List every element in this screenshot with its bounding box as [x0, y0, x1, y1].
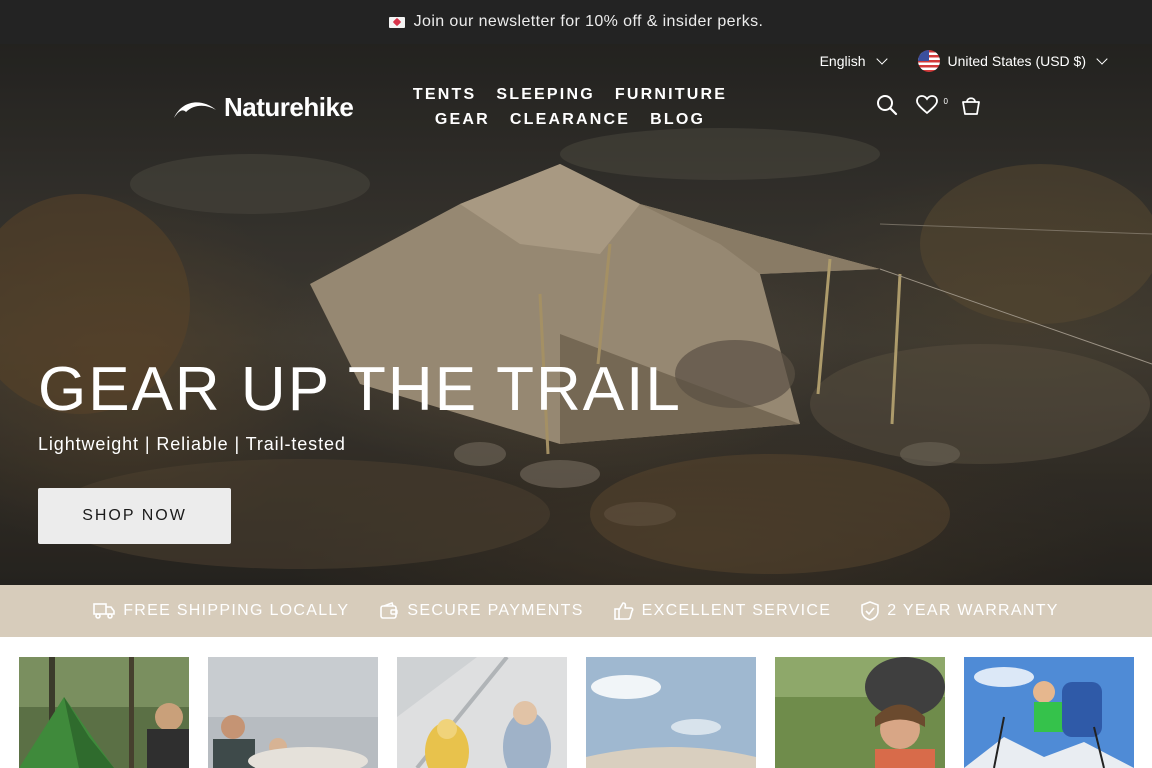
heart-icon — [915, 95, 938, 115]
truck-icon — [93, 603, 116, 619]
category-tile-kids[interactable] — [397, 657, 567, 768]
hero-banner: English United States (USD $) Naturehike… — [0, 44, 1152, 585]
nav-item-clearance[interactable]: CLEARANCE — [510, 109, 630, 130]
hero-title: GEAR UP THE TRAIL — [38, 355, 682, 424]
mountain-arc-icon — [174, 101, 216, 118]
shop-now-button[interactable]: SHOP NOW — [38, 488, 231, 544]
kids-photo — [397, 657, 567, 768]
nav-item-gear[interactable]: GEAR — [435, 109, 490, 130]
category-tile-sleeping[interactable] — [208, 657, 378, 768]
brand-name: Naturehike — [224, 92, 354, 122]
wishlist-count: 0 — [943, 97, 948, 106]
category-tile-camping[interactable] — [775, 657, 945, 768]
announcement-text: Join our newsletter for 10% off & inside… — [413, 13, 764, 30]
nav-item-blog[interactable]: BLOG — [650, 109, 705, 130]
thumbs-up-icon — [613, 602, 634, 620]
nav-item-furniture[interactable]: FURNITURE — [615, 84, 727, 105]
category-tile-tents[interactable] — [19, 657, 189, 768]
search-icon — [876, 95, 897, 116]
feature-warranty: 2 YEAR WARRANTY — [861, 601, 1059, 621]
category-tiles — [19, 657, 1134, 768]
wishlist-button[interactable]: 0 — [915, 95, 948, 115]
chevron-down-icon — [1096, 53, 1108, 65]
cart-button[interactable] — [960, 94, 982, 116]
camping-photo — [775, 657, 945, 768]
brand-logo[interactable]: Naturehike — [172, 92, 354, 123]
language-selector[interactable]: English — [819, 53, 888, 69]
chevron-down-icon — [875, 53, 888, 65]
utility-bar: English United States (USD $) — [819, 50, 1108, 72]
feature-label: 2 YEAR WARRANTY — [887, 602, 1059, 619]
feature-label: SECURE PAYMENTS — [407, 602, 584, 619]
wallet-icon — [380, 602, 399, 619]
hero-subtitle: Lightweight | Reliable | Trail-tested — [38, 434, 346, 454]
tents-photo — [19, 657, 189, 768]
announcement-bar[interactable]: Join our newsletter for 10% off & inside… — [0, 0, 1152, 44]
header-actions: 0 — [876, 94, 982, 116]
furniture-photo — [586, 657, 756, 768]
feature-secure-payments: SECURE PAYMENTS — [379, 602, 583, 620]
feature-label: EXCELLENT SERVICE — [641, 602, 832, 619]
feature-label: FREE SHIPPING LOCALLY — [123, 602, 350, 619]
currency-selector[interactable]: United States (USD $) — [917, 50, 1108, 72]
nav-item-tents[interactable]: TENTS — [413, 84, 476, 105]
gear-photo — [964, 657, 1134, 768]
bag-icon — [962, 97, 980, 115]
main-nav: TENTS SLEEPING FURNITURE GEAR CLEARANCE … — [380, 84, 760, 130]
currency-label: United States (USD $) — [947, 53, 1087, 69]
feature-excellent-service: EXCELLENT SERVICE — [613, 601, 832, 621]
shield-check-icon — [861, 601, 880, 621]
search-button[interactable] — [876, 94, 898, 116]
envelope-heart-icon — [388, 16, 405, 28]
us-flag-icon — [917, 50, 940, 72]
language-label: English — [819, 53, 866, 69]
features-strip: FREE SHIPPING LOCALLY SECURE PAYMENTS EX… — [0, 585, 1152, 637]
nav-item-sleeping[interactable]: SLEEPING — [496, 84, 595, 105]
sleeping-photo — [208, 657, 378, 768]
feature-free-shipping: FREE SHIPPING LOCALLY — [93, 602, 349, 620]
category-tile-furniture[interactable] — [586, 657, 756, 768]
category-tile-gear[interactable] — [964, 657, 1134, 768]
